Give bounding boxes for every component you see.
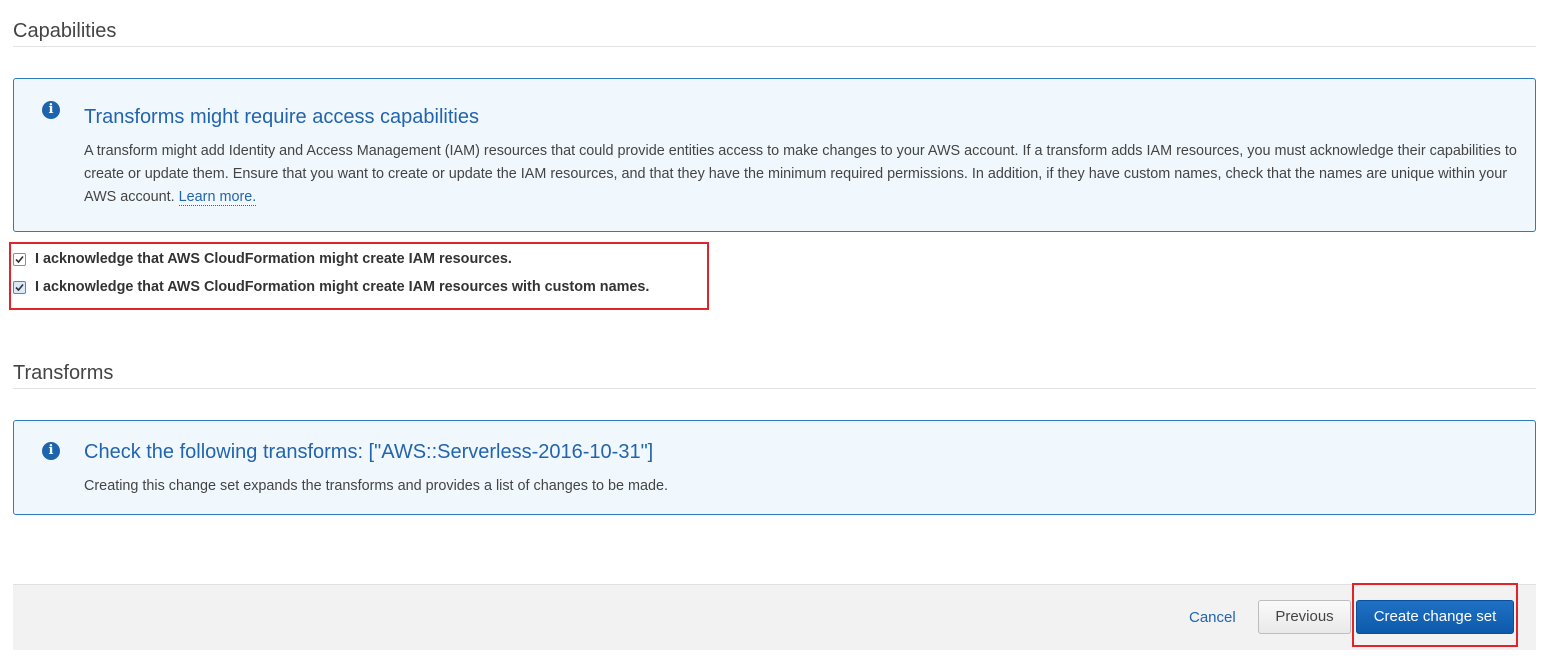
ack-iam-custom-names-row[interactable]: I acknowledge that AWS CloudFormation mi… (13, 277, 649, 297)
ack-iam-resources-label: I acknowledge that AWS CloudFormation mi… (35, 251, 512, 267)
capabilities-info-title: Transforms might require access capabili… (84, 106, 479, 128)
info-icon: i (42, 442, 60, 460)
capabilities-info-body: A transform might add Identity and Acces… (84, 140, 1524, 209)
transforms-divider (13, 388, 1536, 389)
ack-iam-custom-names-label: I acknowledge that AWS CloudFormation mi… (35, 279, 650, 295)
create-button-highlight (1352, 583, 1518, 647)
cancel-button[interactable]: Cancel (1189, 609, 1236, 626)
transforms-info-body: Creating this change set expands the tra… (84, 478, 668, 494)
ack-iam-resources-checkbox[interactable] (13, 252, 26, 266)
capabilities-info-text: A transform might add Identity and Acces… (84, 143, 1517, 205)
ack-iam-custom-names-checkbox[interactable] (13, 280, 26, 294)
capabilities-section-title: Capabilities (13, 20, 117, 42)
previous-button[interactable]: Previous (1258, 600, 1351, 634)
capabilities-divider (13, 46, 1536, 47)
ack-iam-resources-row[interactable]: I acknowledge that AWS CloudFormation mi… (13, 249, 512, 269)
transforms-info-title: Check the following transforms: ["AWS::S… (84, 441, 654, 463)
transforms-section-title: Transforms (13, 362, 114, 384)
learn-more-link[interactable]: Learn more. (178, 189, 257, 206)
info-icon: i (42, 101, 60, 119)
capabilities-info-box: i Transforms might require access capabi… (13, 78, 1536, 232)
transforms-info-box: i Check the following transforms: ["AWS:… (13, 420, 1536, 515)
